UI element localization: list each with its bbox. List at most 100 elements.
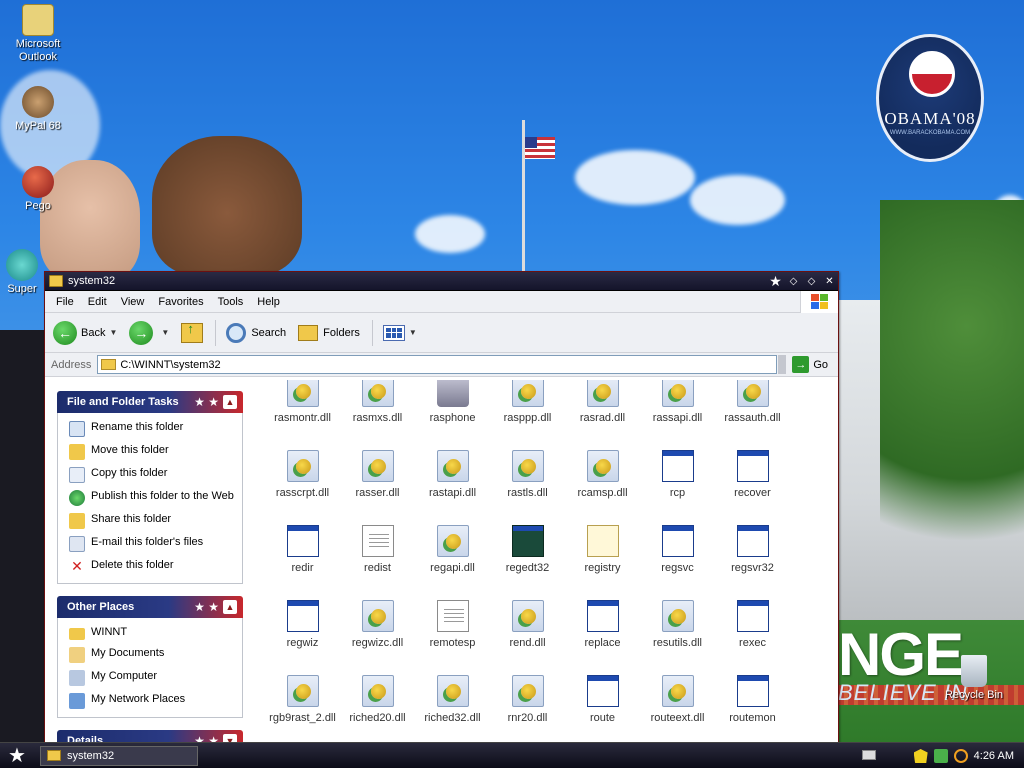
close-button[interactable]: ✕ [821, 274, 838, 289]
chevron-down-icon[interactable]: ▼ [409, 328, 417, 337]
file-item[interactable]: rastls.dll [490, 450, 565, 499]
clock[interactable]: 4:26 AM [974, 750, 1014, 762]
dll-file-icon [586, 450, 619, 482]
search-icon[interactable] [953, 749, 968, 763]
go-button[interactable]: → Go [792, 356, 828, 373]
chevron-down-icon[interactable]: ▼ [109, 328, 117, 337]
desktop-icon-pego[interactable]: Pego [0, 166, 76, 213]
file-item[interactable]: rasppp.dll [490, 380, 565, 424]
file-name: regsvr32 [731, 562, 774, 574]
file-item[interactable]: regwizc.dll [340, 600, 415, 649]
recycle-bin[interactable]: Recycle Bin [944, 655, 1004, 701]
address-input[interactable]: C:\WINNT\system32 [97, 355, 778, 374]
file-item[interactable]: rasmontr.dll [265, 380, 340, 424]
folders-button[interactable]: Folders [298, 324, 360, 341]
minimize-button[interactable]: ◇ [785, 274, 802, 289]
task-delete-folder[interactable]: ✕ Delete this folder [69, 559, 236, 575]
file-folder-tasks-header[interactable]: File and Folder Tasks ★ ★ ▲ [57, 391, 243, 413]
maximize-button[interactable]: ◇ [803, 274, 820, 289]
file-item[interactable]: recover [715, 450, 790, 499]
file-item[interactable]: regsvr32 [715, 525, 790, 574]
menu-file[interactable]: File [49, 296, 81, 308]
dll-file-icon [436, 525, 469, 557]
file-item[interactable]: rasrad.dll [565, 380, 640, 424]
file-item[interactable]: rcp [640, 450, 715, 499]
wallpaper-person [152, 136, 302, 276]
place-winnt[interactable]: WINNT [69, 626, 236, 640]
forward-button[interactable]: → ▼ [129, 320, 169, 345]
taskbar-item-system32[interactable]: system32 [40, 745, 198, 766]
task-publish-folder[interactable]: Publish this folder to the Web [69, 490, 236, 506]
file-item[interactable]: rnr20.dll [490, 675, 565, 724]
up-folder-button[interactable]: ↑ [181, 321, 204, 343]
move-icon [69, 444, 85, 460]
rename-icon [69, 421, 85, 437]
menu-help[interactable]: Help [250, 296, 287, 308]
keyboard-icon[interactable] [862, 750, 876, 760]
file-item[interactable]: rexec [715, 600, 790, 649]
file-item[interactable]: rasser.dll [340, 450, 415, 499]
file-item[interactable]: rcamsp.dll [565, 450, 640, 499]
file-item[interactable]: routeext.dll [640, 675, 715, 724]
file-item[interactable]: rastapi.dll [415, 450, 490, 499]
file-item[interactable]: regapi.dll [415, 525, 490, 574]
menu-view[interactable]: View [114, 296, 152, 308]
place-my-computer[interactable]: My Computer [69, 670, 236, 686]
task-move-folder[interactable]: Move this folder [69, 444, 236, 460]
start-button[interactable]: ★ [0, 743, 34, 768]
file-item[interactable]: rasscrpt.dll [265, 450, 340, 499]
desktop-icon-outlook[interactable]: Microsoft Outlook [0, 4, 76, 64]
title-bar[interactable]: system32 ★ ◇ ◇ ✕ [45, 272, 838, 291]
system-tray: 4:26 AM [906, 743, 1024, 768]
file-item[interactable]: rassapi.dll [640, 380, 715, 424]
file-name: routeext.dll [650, 712, 705, 724]
file-item[interactable]: riched32.dll [415, 675, 490, 724]
place-my-documents[interactable]: My Documents [69, 647, 236, 663]
dll-file-icon [511, 675, 544, 707]
network-status-icon[interactable] [933, 749, 948, 763]
file-item[interactable]: rasphone [415, 380, 490, 424]
chevron-up-icon[interactable]: ▲ [223, 395, 237, 409]
menu-tools[interactable]: Tools [211, 296, 251, 308]
file-item[interactable]: routemon [715, 675, 790, 724]
address-dropdown[interactable] [778, 355, 787, 374]
other-places-header[interactable]: Other Places ★ ★ ▲ [57, 596, 243, 618]
task-rename-folder[interactable]: Rename this folder [69, 421, 236, 437]
file-item[interactable]: regsvc [640, 525, 715, 574]
file-item[interactable]: rend.dll [490, 600, 565, 649]
menu-favorites[interactable]: Favorites [151, 296, 210, 308]
dll-file-icon [586, 380, 619, 407]
file-item[interactable]: route [565, 675, 640, 724]
file-item[interactable]: riched20.dll [340, 675, 415, 724]
desktop-icon-super[interactable]: Super [0, 249, 44, 296]
task-label: Publish this folder to the Web [91, 490, 234, 502]
file-item[interactable]: rassauth.dll [715, 380, 790, 424]
task-copy-folder[interactable]: Copy this folder [69, 467, 236, 483]
file-item[interactable]: remotesp [415, 600, 490, 649]
stars-icon: ★ ★ [194, 600, 219, 614]
file-item[interactable]: replace [565, 600, 640, 649]
file-item[interactable]: regwiz [265, 600, 340, 649]
file-item[interactable]: rgb9rast_2.dll [265, 675, 340, 724]
file-item[interactable]: redir [265, 525, 340, 574]
task-share-folder[interactable]: Share this folder [69, 513, 236, 529]
desktop-icon-mypal[interactable]: MyPal 68 [0, 86, 76, 133]
shield-icon[interactable] [913, 749, 928, 763]
phone-file-icon [436, 380, 469, 407]
computer-icon [69, 670, 85, 686]
chevron-down-icon[interactable]: ▼ [161, 328, 169, 337]
file-item[interactable]: rasmxs.dll [340, 380, 415, 424]
menu-edit[interactable]: Edit [81, 296, 114, 308]
back-button[interactable]: ← Back ▼ [53, 320, 117, 345]
file-item[interactable]: regedt32 [490, 525, 565, 574]
chevron-up-icon[interactable]: ▲ [223, 600, 237, 614]
place-my-network-places[interactable]: My Network Places [69, 693, 236, 709]
file-item[interactable]: redist [340, 525, 415, 574]
dll-file-icon [286, 450, 319, 482]
search-button[interactable]: Search [226, 322, 286, 343]
task-email-files[interactable]: E-mail this folder's files [69, 536, 236, 552]
views-button[interactable]: ▼ [382, 324, 417, 341]
file-name: route [589, 712, 616, 724]
file-item[interactable]: registry [565, 525, 640, 574]
file-item[interactable]: resutils.dll [640, 600, 715, 649]
